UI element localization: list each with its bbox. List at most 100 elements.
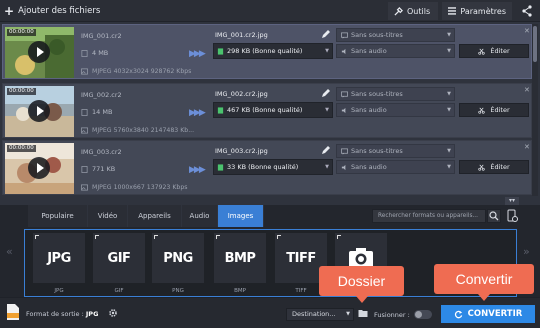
add-files-button[interactable]: + Ajouter des fichiers [4,3,100,19]
format-bmp[interactable]: BMP BMP [214,233,266,295]
edit-label: Éditer [490,163,510,171]
destination-value: Destination... [292,310,336,318]
tab-populaire[interactable]: Populaire [28,205,88,227]
format-label: PNG [172,288,184,294]
tab-appareils[interactable]: Appareils [128,205,182,227]
timecode: 00:00:00 [7,29,36,36]
menu-icon [448,7,457,15]
share-icon[interactable] [519,4,535,18]
remove-file-icon[interactable]: ✕ [524,27,530,35]
convert-label: CONVERTIR [467,309,523,319]
video-thumbnail[interactable]: 00:00:00 [5,143,74,194]
settings-button[interactable]: Paramètres [442,2,512,20]
remove-file-icon[interactable]: ✕ [524,143,530,151]
chevron-down-icon: ▼ [325,107,329,113]
format-bmp-logo: BMP [224,250,256,266]
tab-audio[interactable]: Audio [182,205,218,227]
format-png[interactable]: PNG PNG [152,233,204,295]
speaker-icon [341,107,346,113]
scroll-left-icon[interactable]: « [6,245,13,258]
gear-icon[interactable] [108,308,118,318]
source-meta-value: MJPEG 4032x3024 928762 Kbps [92,68,192,75]
scroll-right-icon[interactable]: » [523,245,530,258]
file-icon [81,108,88,116]
folder-icon[interactable] [358,309,368,318]
output-size-value: 467 KB (Bonne qualité) [227,106,303,114]
subtitles-select[interactable]: Sans sous-titres ▼ [336,144,455,158]
edit-button[interactable]: Éditer [459,103,529,117]
output-size-select[interactable]: 298 KB (Bonne qualité) ▼ [213,43,333,59]
output-size-select[interactable]: 467 KB (Bonne qualité) ▼ [213,102,333,118]
rename-pencil-icon[interactable] [320,28,332,40]
source-meta-value: MJPEG 1000x667 137923 Kbps [92,184,188,191]
output-format: Format de sortie : JPG [26,310,98,318]
audio-select[interactable]: Sans audio ▼ [336,103,455,117]
tab-images[interactable]: Images [218,205,264,227]
remove-file-icon[interactable]: ✕ [524,86,530,94]
image-icon [81,68,88,75]
audio-select[interactable]: Sans audio ▼ [336,160,455,174]
output-format-icon [7,304,19,320]
file-row[interactable]: 00:00:00 IMG_001.cr2 4 MB MJPEG 4032x302… [2,24,532,79]
merge-toggle[interactable] [414,310,432,319]
list-scroll-thumb[interactable] [533,26,537,62]
rename-pencil-icon[interactable] [320,144,332,156]
format-label: JPG [54,288,64,294]
source-size-value: 14 MB [92,108,113,116]
scissors-icon [478,164,486,171]
tools-button[interactable]: Outils [388,2,438,20]
speaker-icon [341,164,346,170]
play-icon[interactable] [28,157,50,179]
video-thumbnail[interactable]: 00:00:00 [5,27,74,78]
audio-select[interactable]: Sans audio ▼ [336,44,455,58]
settings-label: Paramètres [460,6,506,16]
convert-arrows-icon: ▶▶▶ [189,49,206,59]
chevron-down-icon: ▼ [447,32,451,38]
convert-button[interactable]: CONVERTIR [441,305,535,323]
audio-value: Sans audio [351,106,387,114]
output-format-label: Format de sortie : [26,310,84,318]
timecode: 00:00:00 [7,88,36,95]
play-icon[interactable] [28,100,50,122]
format-label: BMP [234,288,246,294]
source-size-value: 771 KB [92,165,116,173]
format-search-input[interactable]: Rechercher formats ou appareils... [372,209,486,223]
edit-button[interactable]: Éditer [459,160,529,174]
tab-video[interactable]: Vidéo [88,205,128,227]
format-png-logo: PNG [163,250,193,266]
format-gif[interactable]: GIF GIF [93,233,145,295]
format-jpg-logo: JPG [47,250,71,266]
output-filename: IMG_002.cr2.jpg [215,90,268,98]
play-icon[interactable] [28,41,50,63]
file-row[interactable]: 00:00:00 IMG_002.cr2 14 MB MJPEG 5760x38… [2,83,532,138]
destination-select[interactable]: Destination... ▼ [286,308,354,321]
video-thumbnail[interactable]: 00:00:00 [5,86,74,137]
format-jpg[interactable]: JPG JPG [33,233,85,295]
subtitles-select[interactable]: Sans sous-titres ▼ [336,87,455,101]
file-row[interactable]: 00:00:00 IMG_003.cr2 771 KB MJPEG 1000x6… [2,140,532,195]
collapse-panel-icon[interactable]: ▾▾ [505,197,519,205]
subtitles-value: Sans sous-titres [351,90,403,98]
convert-arrows-icon: ▶▶▶ [189,108,206,118]
file-green-icon [217,106,224,114]
source-size-value: 4 MB [92,49,109,57]
subtitles-icon [341,91,348,98]
source-size: 771 KB [81,165,115,173]
file-green-icon [217,47,224,55]
file-list: 00:00:00 IMG_001.cr2 4 MB MJPEG 4032x302… [0,24,540,196]
rename-pencil-icon[interactable] [320,87,332,99]
source-meta: MJPEG 1000x667 137923 Kbps [81,184,187,191]
device-detect-icon[interactable] [505,209,519,223]
subtitles-select[interactable]: Sans sous-titres ▼ [336,28,455,42]
search-icon[interactable] [487,209,501,223]
output-format-value: JPG [85,310,99,318]
subtitles-value: Sans sous-titres [351,31,403,39]
source-filename: IMG_003.cr2 [81,148,122,156]
top-toolbar: + Ajouter des fichiers Outils Paramètres [0,0,540,22]
format-gif-logo: GIF [107,250,131,266]
image-icon [81,127,88,134]
output-size-select[interactable]: 33 KB (Bonne qualité) ▼ [213,159,333,175]
edit-button[interactable]: Éditer [459,44,529,58]
scissors-icon [478,48,486,55]
refresh-icon [454,310,462,318]
